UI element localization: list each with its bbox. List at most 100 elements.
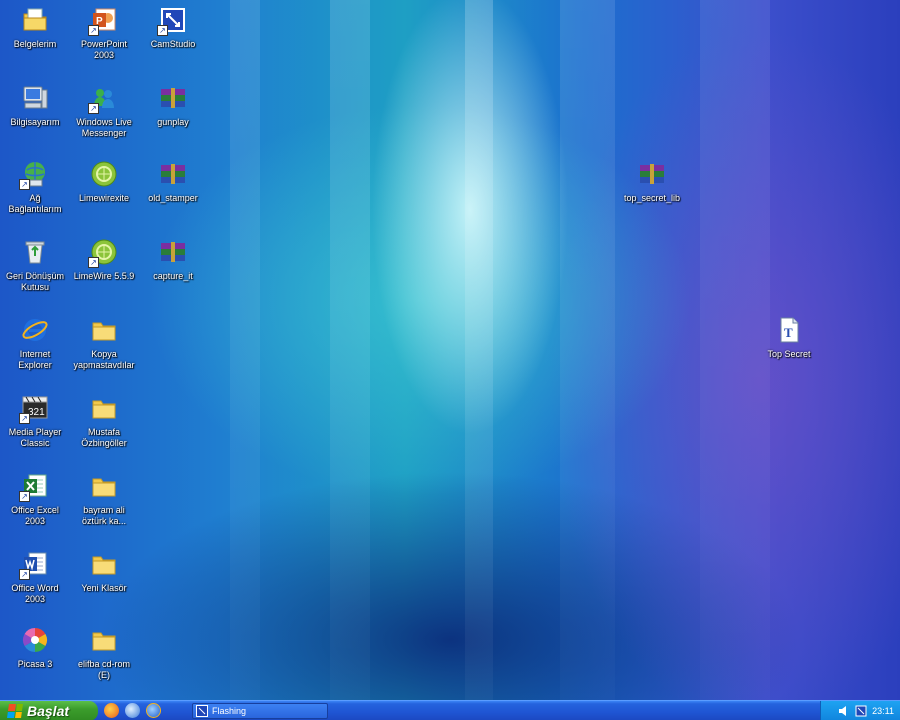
desktop-icon-bilgisayarim[interactable]: Bilgisayarım — [0, 82, 73, 128]
desktop-icon-powerpoint[interactable]: P ↗ PowerPoint 2003 — [66, 4, 142, 61]
taskbar: Başlat Flashing 23:11 — [0, 700, 900, 720]
my-computer-icon — [19, 82, 51, 114]
quick-launch-bar — [104, 703, 161, 718]
shortcut-arrow-icon: ↗ — [88, 25, 99, 36]
desktop-icon-old-stamper[interactable]: old_stamper — [135, 158, 211, 204]
windows-logo-icon — [7, 704, 23, 718]
shortcut-arrow-icon: ↗ — [19, 569, 30, 580]
system-tray: 23:11 — [820, 701, 900, 720]
winrar-archive-icon — [636, 158, 668, 190]
volume-icon[interactable] — [838, 705, 850, 717]
desktop-icon-media-player-classic[interactable]: 321 ↗ Media Player Classic — [0, 392, 73, 449]
desktop-icon-limewire-559[interactable]: ↗ LimeWire 5.5.9 — [66, 236, 142, 282]
icon-label: bayram ali öztürk ka... — [81, 505, 126, 526]
desktop-icon-capture-it[interactable]: capture_it — [135, 236, 211, 282]
icon-label: Yeni Klasör — [81, 583, 127, 593]
network-tray-icon[interactable] — [855, 705, 867, 717]
wallpaper-beam — [560, 0, 615, 700]
my-documents-icon — [19, 4, 51, 36]
shortcut-arrow-icon: ↗ — [19, 179, 30, 190]
icon-label: gunplay — [157, 117, 189, 127]
desktop-icon-folder-yeni[interactable]: Yeni Klasör — [66, 548, 142, 594]
recycle-bin-icon — [19, 236, 51, 268]
shortcut-arrow-icon: ↗ — [88, 103, 99, 114]
desktop-icon-office-excel[interactable]: ↗ Office Excel 2003 — [0, 470, 73, 527]
folder-icon — [88, 624, 120, 656]
desktop-icon-top-secret-lib[interactable]: top_secret_lib — [614, 158, 690, 204]
desktop-icon-internet-explorer[interactable]: Internet Explorer — [0, 314, 73, 371]
icon-label: Picasa 3 — [17, 659, 53, 669]
icon-label: Office Excel 2003 — [11, 505, 59, 526]
firefox-icon[interactable] — [104, 703, 119, 718]
icon-label: LimeWire 5.5.9 — [73, 271, 135, 281]
icon-label: top_secret_lib — [623, 193, 681, 203]
winrar-archive-icon — [157, 82, 189, 114]
excel-icon: ↗ — [19, 470, 51, 502]
desktop-icon-folder-kopya[interactable]: Kopya yapmastavdılar — [66, 314, 142, 371]
folder-icon — [88, 470, 120, 502]
taskbar-item-label: Flashing — [212, 706, 247, 716]
icon-label: capture_it — [153, 271, 193, 281]
desktop-icon-ag-baglantilarim[interactable]: ↗ Ağ Bağlantılarım — [0, 158, 73, 215]
media-player-classic-icon: 321 ↗ — [19, 392, 51, 424]
shortcut-arrow-icon: ↗ — [88, 257, 99, 268]
wallpaper-beam — [330, 0, 370, 700]
desktop-icon-gunplay[interactable]: gunplay — [135, 82, 211, 128]
icon-label: Ağ Bağlantılarım — [8, 193, 62, 214]
word-icon: ↗ — [19, 548, 51, 580]
desktop-icon-folder-bayram[interactable]: bayram ali öztürk ka... — [66, 470, 142, 527]
wallpaper-beam — [230, 0, 260, 700]
start-button[interactable]: Başlat — [0, 701, 98, 720]
desktop-icon-windows-live-messenger[interactable]: ↗ Windows Live Messenger — [66, 82, 142, 139]
picasa-icon — [19, 624, 51, 656]
winrar-archive-icon — [157, 158, 189, 190]
wallpaper-beam — [465, 0, 493, 700]
icon-label: CamStudio — [150, 39, 196, 49]
icon-label: Belgelerim — [13, 39, 57, 49]
desktop-icon-limewirexite[interactable]: Limewirexite — [66, 158, 142, 204]
folder-icon — [88, 392, 120, 424]
limewire-icon — [88, 158, 120, 190]
desktop[interactable]: Belgelerim Bilgisayarım ↗ Ağ Bağlantılar… — [0, 0, 900, 720]
icon-label: Geri Dönüşüm Kutusu — [5, 271, 65, 292]
start-label: Başlat — [27, 703, 70, 719]
camstudio-icon — [196, 705, 208, 717]
taskbar-item-flashing[interactable]: Flashing — [192, 703, 328, 719]
desktop-icon-belgelerim[interactable]: Belgelerim — [0, 4, 73, 50]
internet-explorer-icon — [19, 314, 51, 346]
network-icon: ↗ — [19, 158, 51, 190]
icon-label: elifba cd-rom (E) — [77, 659, 131, 680]
folder-icon — [88, 548, 120, 580]
camstudio-icon: ↗ — [157, 4, 189, 36]
desktop-icon-geri-donusum[interactable]: Geri Dönüşüm Kutusu — [0, 236, 73, 293]
desktop-icon-picasa[interactable]: Picasa 3 — [0, 624, 73, 670]
internet-explorer-icon[interactable] — [146, 703, 161, 718]
icon-label: Limewirexite — [78, 193, 129, 203]
desktop-icon-folder-mustafa[interactable]: Mustafa Özbingöller — [66, 392, 142, 449]
folder-icon — [88, 314, 120, 346]
icon-label: PowerPoint 2003 — [80, 39, 128, 60]
desktop-icon-office-word[interactable]: ↗ Office Word 2003 — [0, 548, 73, 605]
icon-label: old_stamper — [148, 193, 198, 203]
desktop-icon-camstudio[interactable]: ↗ CamStudio — [135, 4, 211, 50]
icon-label: Bilgisayarım — [10, 117, 60, 127]
shortcut-arrow-icon: ↗ — [157, 25, 168, 36]
svg-text:T: T — [784, 325, 793, 340]
shortcut-arrow-icon: ↗ — [19, 413, 30, 424]
winrar-archive-icon — [157, 236, 189, 268]
font-file-icon: T — [773, 314, 805, 346]
limewire-icon: ↗ — [88, 236, 120, 268]
clock[interactable]: 23:11 — [872, 706, 894, 716]
desktop-icon-elifba[interactable]: elifba cd-rom (E) — [66, 624, 142, 681]
desktop-icon-top-secret[interactable]: T Top Secret — [751, 314, 827, 360]
svg-text:321: 321 — [28, 407, 45, 418]
show-desktop-icon[interactable] — [125, 703, 140, 718]
icon-label: Top Secret — [767, 349, 811, 359]
shortcut-arrow-icon: ↗ — [19, 491, 30, 502]
powerpoint-icon: P ↗ — [88, 4, 120, 36]
icon-label: Office Word 2003 — [11, 583, 59, 604]
icon-label: Windows Live Messenger — [76, 117, 132, 138]
messenger-icon: ↗ — [88, 82, 120, 114]
icon-label: Mustafa Özbingöller — [81, 427, 127, 448]
icon-label: Internet Explorer — [18, 349, 52, 370]
